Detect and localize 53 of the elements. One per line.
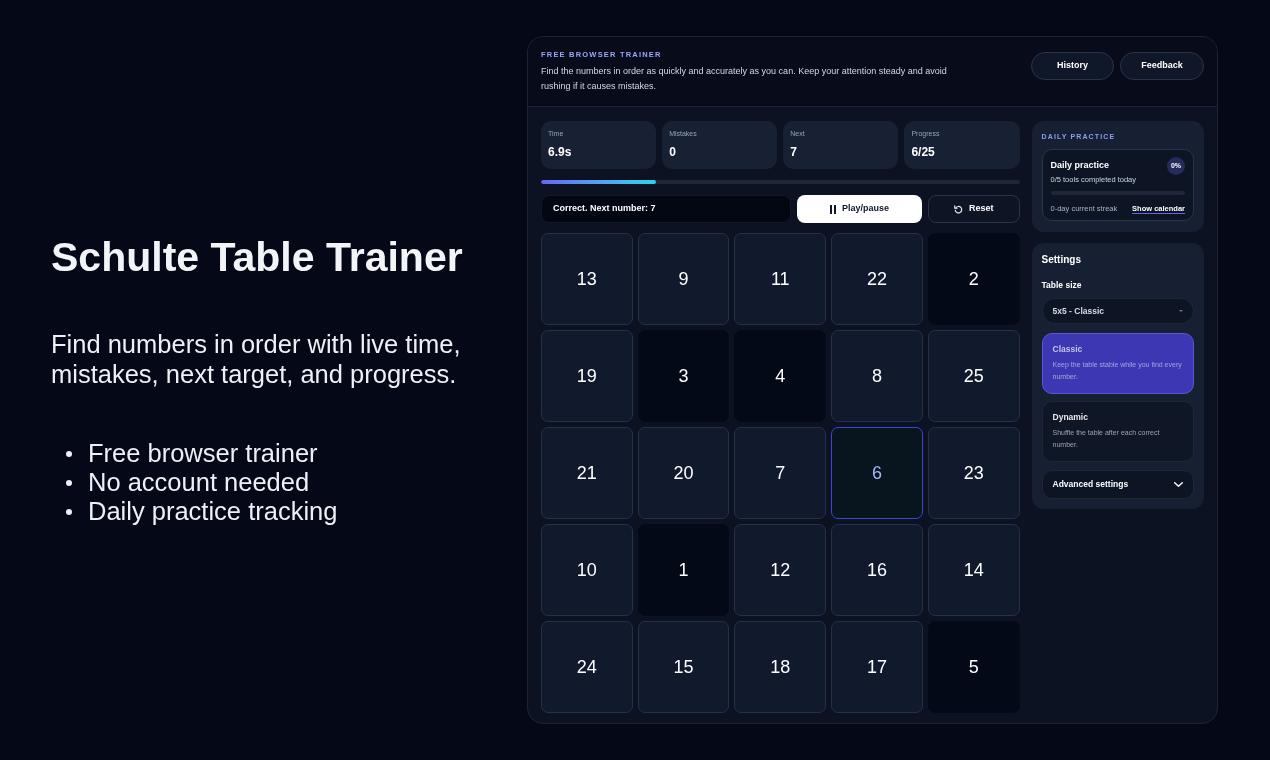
field-label: Table size [1041,280,1083,291]
number-tile[interactable]: 3 [637,330,730,422]
dropdown-caret-icon [1179,310,1183,312]
number-tile[interactable]: 14 [927,524,1020,616]
number-tile[interactable]: 25 [927,330,1020,422]
number-tile[interactable]: 23 [927,427,1020,519]
table-size-select[interactable]: 5x5 - Classic [1041,298,1194,324]
advanced-settings-toggle[interactable]: Advanced settings [1041,470,1194,499]
feature-item: Free browser trainer [88,438,318,470]
reset-icon [954,204,963,214]
number-tile[interactable]: 22 [831,233,923,325]
number-tile[interactable]: 9 [637,233,730,325]
number-tile[interactable]: 2 [927,233,1020,325]
stat-value: 6.9s [548,145,573,159]
number-tile[interactable]: 5 [927,621,1020,713]
header-description: Find the numbers in order as quickly and accurately as you can. Keep your attention steady and avoid rushing if it causes mistakes. [541,65,948,93]
bullet-icon [66,479,72,486]
feature-item: No account needed [88,467,310,499]
number-tile[interactable]: 6 [831,427,923,519]
bullet-icon [66,508,72,515]
number-tile[interactable]: 13 [541,233,633,325]
number-tile[interactable]: 21 [541,427,633,519]
hero-description: Find numbers in order with live time, mistakes, next target, and progress. [51,329,462,389]
number-tile[interactable]: 15 [637,621,730,713]
number-tile[interactable]: 8 [831,330,923,422]
hero-title: Schulte Table Trainer [51,234,464,280]
number-tile[interactable]: 17 [831,621,923,713]
bullet-icon [66,450,72,457]
number-tile[interactable]: 1 [637,524,730,616]
number-tile[interactable]: 4 [734,330,827,422]
status-message: Correct. Next number: 7 [541,195,791,223]
mode-title: Classic [1052,344,1084,355]
number-tile[interactable]: 19 [541,330,633,422]
play-pause-button[interactable]: Play/pause [797,195,922,223]
number-tile[interactable]: 16 [831,524,923,616]
number-tile[interactable]: 24 [541,621,633,713]
pause-icon [830,204,836,214]
feature-item: Daily practice tracking [88,496,338,528]
number-tile[interactable]: 18 [734,621,827,713]
number-tile[interactable]: 7 [734,427,827,519]
number-tile[interactable]: 11 [734,233,827,325]
reset-button[interactable]: Reset [928,195,1020,223]
number-tile[interactable]: 12 [734,524,827,616]
number-tile[interactable]: 10 [541,524,633,616]
number-tile[interactable]: 20 [637,427,730,519]
header-button[interactable]: History [1031,52,1114,80]
stat-value: 0 [669,145,677,159]
stat-value: 7 [790,145,798,159]
stat-value: 6/25 [911,145,936,159]
mode-title: Dynamic [1052,412,1089,423]
header-button[interactable]: Feedback [1120,52,1204,80]
settings-title: Settings [1041,254,1082,266]
daily-practice-title: Daily practice [1050,159,1110,173]
